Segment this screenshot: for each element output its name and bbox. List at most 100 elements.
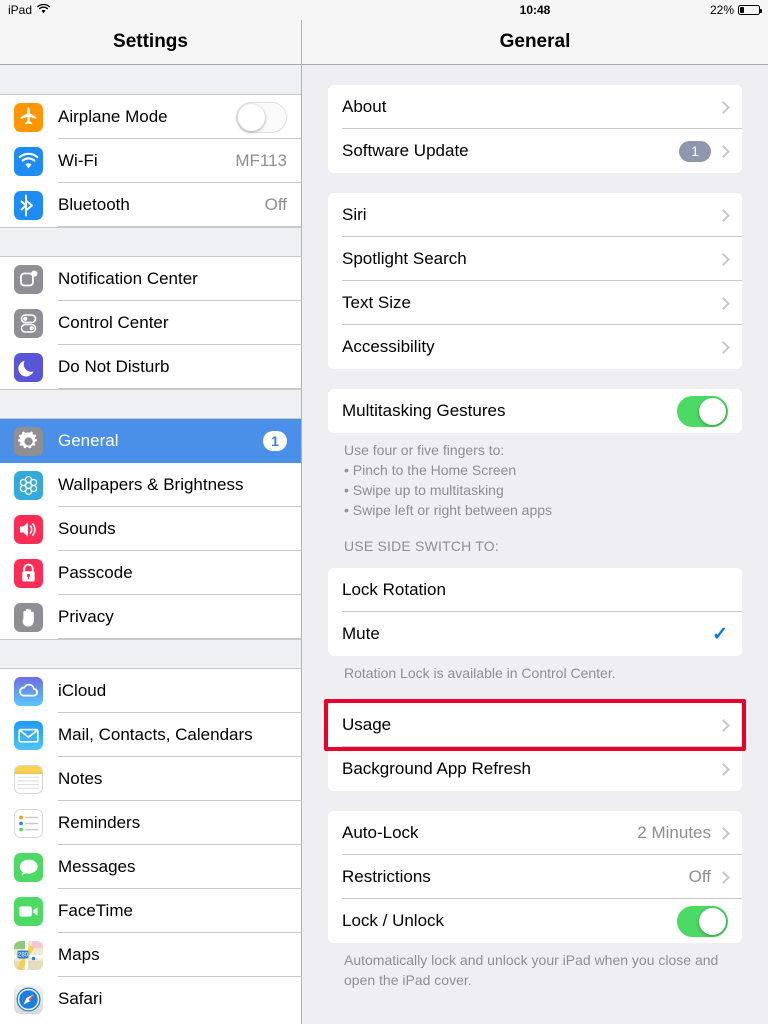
sidebar-list[interactable]: Airplane Mode Wi-Fi MF113 Bluetooth Off Notif… [0, 65, 301, 1024]
settings-row-siri[interactable]: Siri [328, 193, 742, 237]
sidebar-item-badge: 1 [263, 431, 287, 451]
sidebar-item-icloud[interactable]: iCloud [0, 669, 301, 713]
notes-icon [14, 764, 43, 794]
settings-row-label: Restrictions [342, 867, 431, 886]
sidebar-item-label: Privacy [58, 607, 114, 626]
settings-row-label: Usage [342, 715, 392, 734]
sidebar-item-reminders[interactable]: Reminders [0, 801, 301, 845]
settings-row-lock-rotation[interactable]: Lock Rotation [328, 568, 742, 612]
settings-row-label: About [342, 97, 387, 116]
sidebar-item-bluetooth[interactable]: Bluetooth Off [0, 183, 301, 227]
sidebar-item-general[interactable]: General 1 [0, 419, 301, 463]
sidebar-item-label: Control Center [58, 313, 169, 332]
sidebar-item-wi-fi[interactable]: Wi-Fi MF113 [0, 139, 301, 183]
sidebar-item-control-center[interactable]: Control Center [0, 301, 301, 345]
sidebar-item-label: Mail, Contacts, Calendars [58, 725, 253, 744]
settings-row-accessory [717, 208, 730, 222]
sidebar-item-label: Notes [58, 769, 103, 788]
sidebar-item-passcode[interactable]: Passcode [0, 551, 301, 595]
sidebar-item-label: FaceTime [58, 901, 133, 920]
settings-row-accessibility[interactable]: Accessibility [328, 325, 742, 369]
sidebar-item-label: Do Not Disturb [58, 357, 170, 376]
status-bar-time: 10:48 [519, 3, 551, 17]
settings-row-accessory [717, 296, 730, 310]
settings-row-spotlight-search[interactable]: Spotlight Search [328, 237, 742, 281]
settings-row-software-update[interactable]: Software Update 1 [328, 129, 742, 173]
sidebar-item-label: iCloud [58, 681, 107, 700]
settings-group: Usage Background App Refresh [328, 703, 742, 791]
settings-row-accessory: Off [689, 867, 730, 887]
airplane-icon [14, 102, 43, 132]
sidebar-navbar: Settings [0, 20, 301, 65]
moon-icon [14, 352, 43, 382]
settings-row-accessory [717, 762, 730, 776]
group-footer: Rotation Lock is available in Control Ce… [344, 665, 616, 681]
group-header: USE SIDE SWITCH TO: [344, 538, 499, 554]
settings-group: Siri Spotlight Search Text Size Accessibili… [328, 193, 742, 369]
chevron-right-icon [717, 826, 730, 840]
settings-row-about[interactable]: About [328, 85, 742, 129]
settings-row-mute[interactable]: Mute ✓ [328, 612, 742, 656]
settings-row-accessory: 2 Minutes [637, 823, 730, 843]
airplane-mode-toggle[interactable] [236, 101, 287, 133]
settings-row-accessory: 1 [679, 140, 730, 162]
sidebar-item-do-not-disturb[interactable]: Do Not Disturb [0, 345, 301, 389]
detail-list[interactable]: About Software Update 1 Siri Spotlight Searc… [302, 65, 768, 1024]
sidebar-item-facetime[interactable]: FaceTime [0, 889, 301, 933]
sidebar-item-airplane-mode[interactable]: Airplane Mode [0, 95, 301, 139]
sidebar-section-gap [0, 227, 301, 257]
sidebar-item-sounds[interactable]: Sounds [0, 507, 301, 551]
sidebar-item-privacy[interactable]: Privacy [0, 595, 301, 639]
sidebar-section-gap [0, 65, 301, 95]
svg-text:280: 280 [18, 952, 29, 958]
settings-row-text-size[interactable]: Text Size [328, 281, 742, 325]
sidebar-item-label: Maps [58, 945, 100, 964]
settings-row-lock-unlock[interactable]: Lock / Unlock [328, 899, 742, 943]
multitasking-gestures-toggle[interactable] [677, 395, 728, 427]
battery-icon [738, 5, 762, 15]
sidebar-item-label: Notification Center [58, 269, 198, 288]
settings-row-background-app-refresh[interactable]: Background App Refresh [328, 747, 742, 791]
checkmark-icon: ✓ [712, 623, 728, 645]
reminders-icon [14, 808, 43, 838]
settings-row-label: Mute [342, 624, 380, 643]
settings-row-value: 2 Minutes [637, 823, 711, 842]
control-center-icon [14, 308, 43, 338]
sidebar-item-mail-contacts-calendars[interactable]: Mail, Contacts, Calendars [0, 713, 301, 757]
settings-row-auto-lock[interactable]: Auto-Lock 2 Minutes [328, 811, 742, 855]
sidebar-item-wallpapers-brightness[interactable]: Wallpapers & Brightness [0, 463, 301, 507]
chevron-right-icon [717, 100, 730, 114]
settings-row-label: Software Update [342, 141, 469, 160]
settings-group: Auto-Lock 2 Minutes Restrictions Off Lock / … [328, 811, 742, 943]
settings-sidebar: Settings Airplane Mode Wi-Fi MF113 Bluetoot… [0, 20, 302, 1024]
settings-group: About Software Update 1 [328, 85, 742, 173]
sidebar-item-messages[interactable]: Messages [0, 845, 301, 889]
settings-row-accessory [717, 340, 730, 354]
settings-group: Lock Rotation Mute ✓ [328, 568, 742, 656]
sidebar-item-notes[interactable]: Notes [0, 757, 301, 801]
settings-row-accessory [677, 395, 728, 427]
cloud-icon [14, 676, 43, 706]
sidebar-item-maps[interactable]: 280 Maps [0, 933, 301, 977]
settings-row-accessory [677, 905, 728, 937]
chevron-right-icon [717, 762, 730, 776]
update-count-badge: 1 [679, 140, 711, 162]
chevron-right-icon [717, 870, 730, 884]
sidebar-item-notification-center[interactable]: Notification Center [0, 257, 301, 301]
sidebar-item-label: Wi-Fi [58, 151, 98, 170]
wallpaper-icon [14, 470, 43, 500]
sidebar-item-label: Messages [58, 857, 136, 876]
settings-row-label: Background App Refresh [342, 759, 532, 778]
settings-row-multitasking-gestures[interactable]: Multitasking Gestures [328, 389, 742, 433]
hand-icon [14, 602, 43, 632]
lock-unlock-toggle[interactable] [677, 905, 728, 937]
compass-icon [14, 984, 43, 1014]
settings-row-usage[interactable]: Usage [328, 703, 742, 747]
settings-row-label: Text Size [342, 293, 411, 312]
sidebar-item-label: Reminders [58, 813, 141, 832]
message-bubble-icon [14, 852, 43, 882]
settings-row-restrictions[interactable]: Restrictions Off [328, 855, 742, 899]
detail-title: General [499, 31, 571, 52]
sidebar-item-safari[interactable]: Safari [0, 977, 301, 1021]
speaker-icon [14, 514, 43, 544]
